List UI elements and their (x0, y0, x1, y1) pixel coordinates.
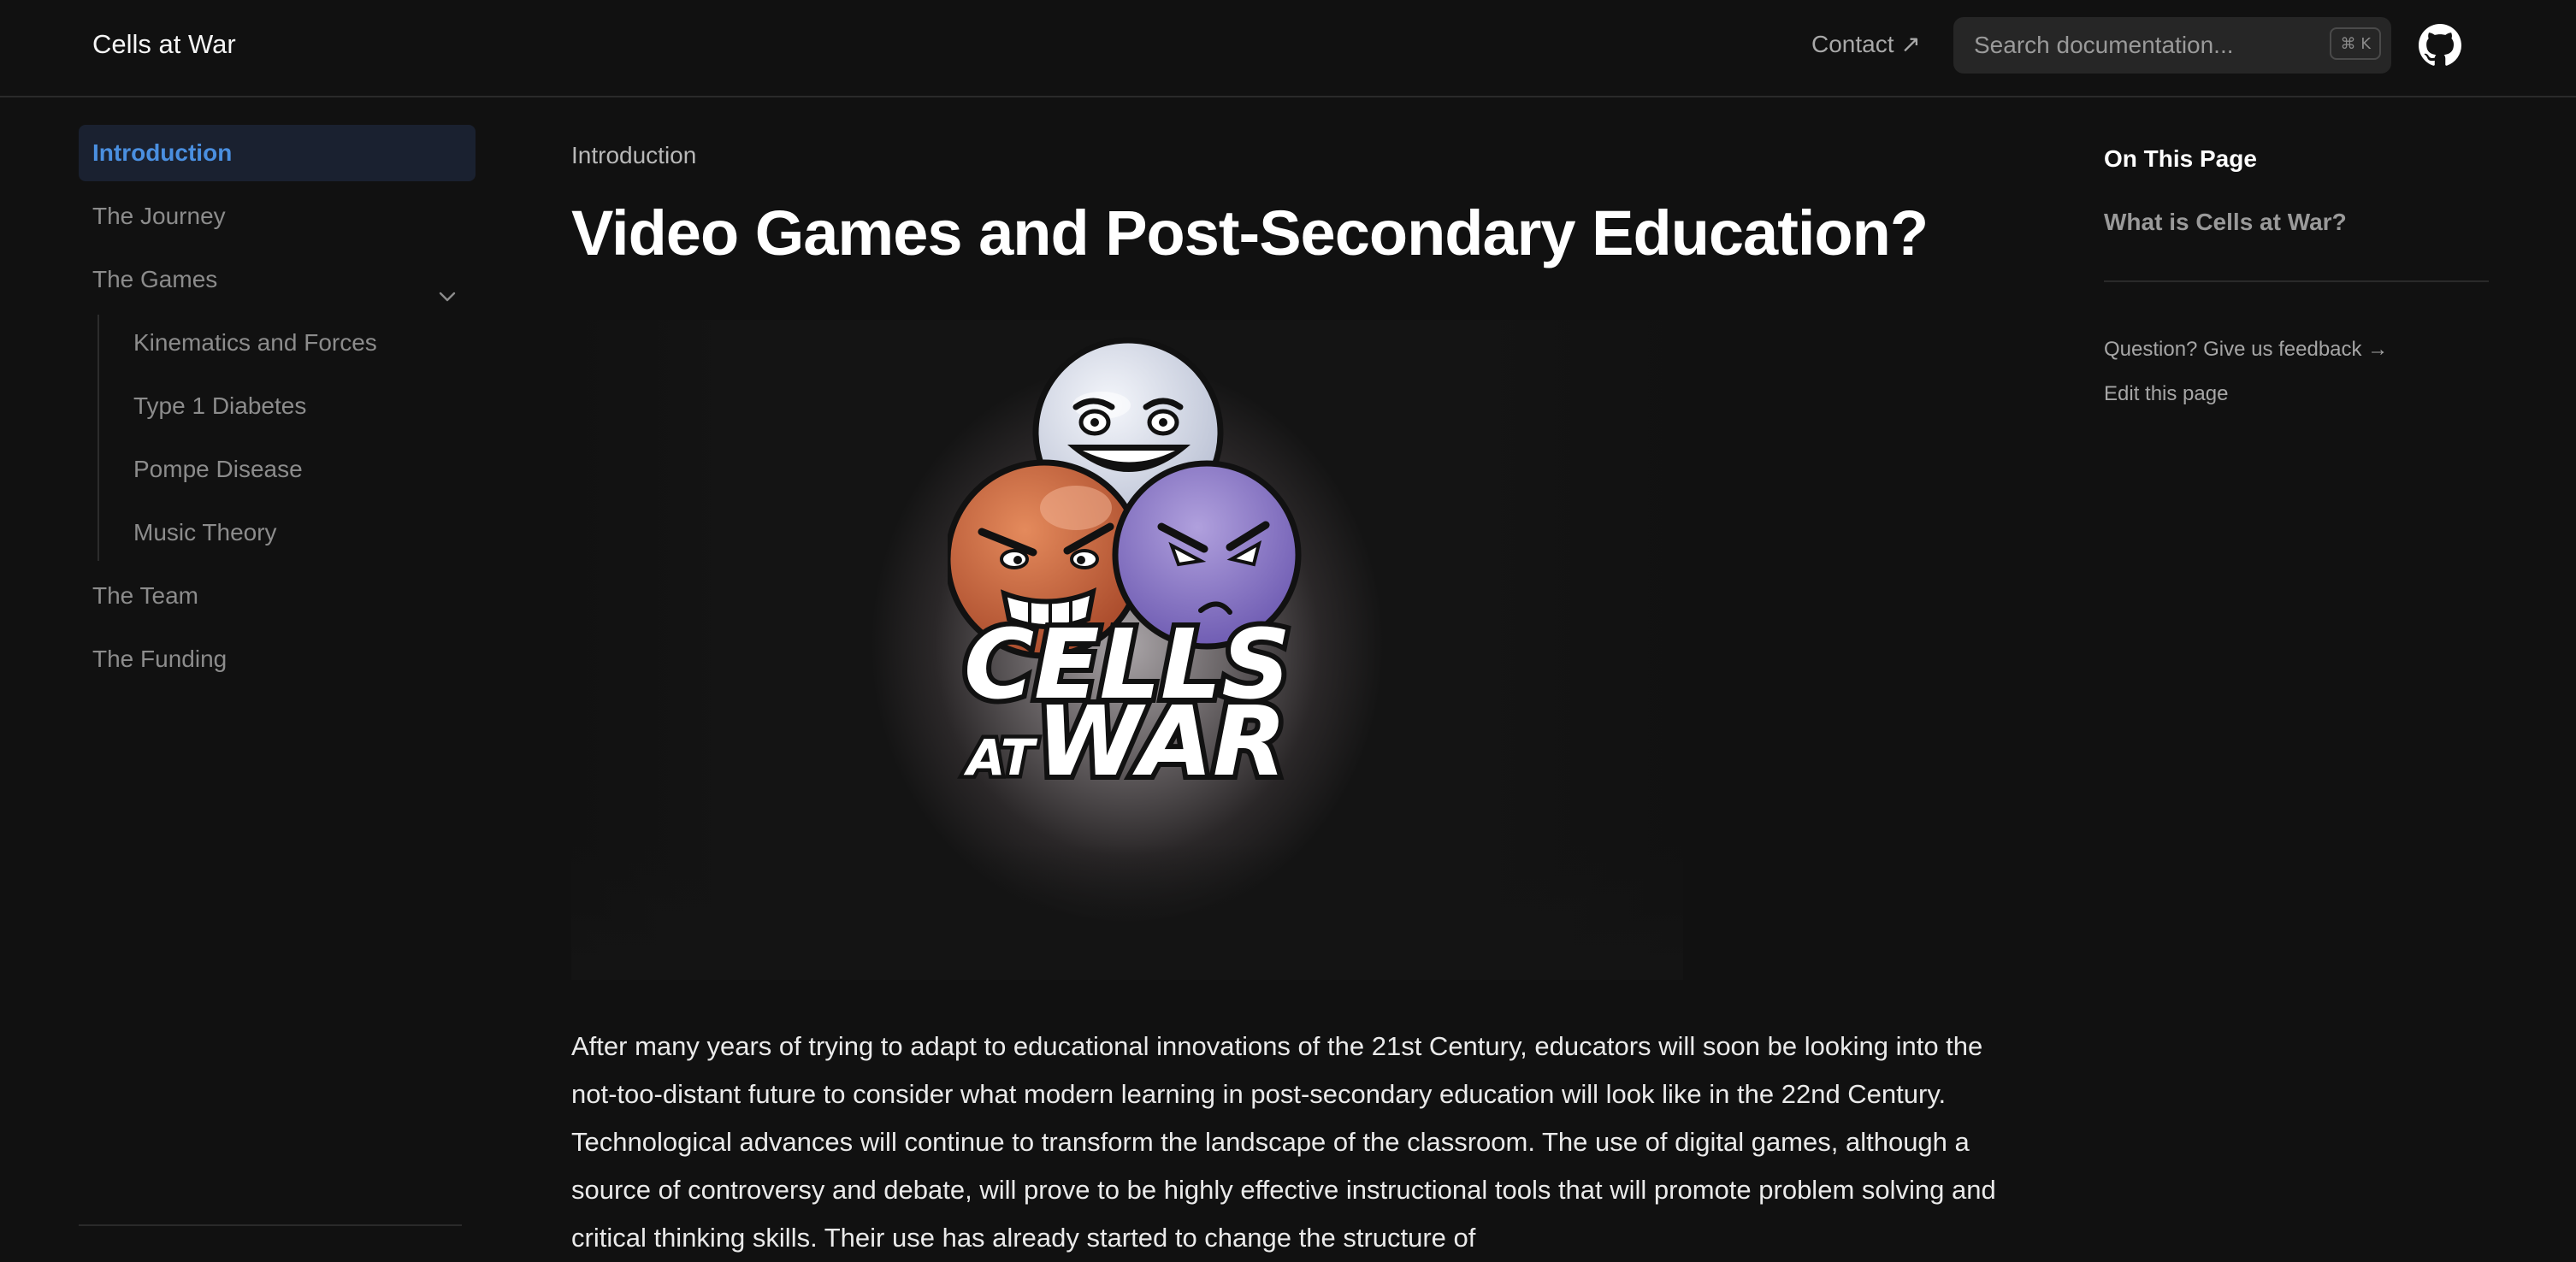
search-input[interactable]: Search documentation... ⌘ K (1953, 17, 2391, 74)
sidebar-item-label: The Games (92, 266, 218, 292)
sidebar-item-label: The Team (92, 582, 198, 609)
sidebar-subgroup-games: Kinematics and Forces Type 1 Diabetes Po… (97, 315, 476, 561)
sidebar-item-label: Music Theory (133, 519, 277, 545)
search-placeholder: Search documentation... (1974, 32, 2234, 58)
search-shortcut-badge: ⌘ K (2330, 27, 2381, 60)
breadcrumb: Introduction (571, 142, 697, 168)
contact-link[interactable]: Contact ↗ (1811, 27, 1921, 62)
intro-paragraph: After many years of trying to adapt to e… (571, 1031, 1996, 1253)
sidebar-item-the-team[interactable]: The Team (79, 568, 476, 624)
sidebar-item-type-1-diabetes[interactable]: Type 1 Diabetes (99, 378, 476, 434)
top-navbar: Cells at War Contact ↗ Search documentat… (0, 0, 2576, 97)
chevron-down-icon[interactable] (438, 270, 457, 302)
sidebar-item-the-funding[interactable]: The Funding (79, 631, 476, 687)
github-icon[interactable] (2419, 24, 2461, 67)
toc-link-what-is-cells-at-war[interactable]: What is Cells at War? (2104, 205, 2489, 239)
svg-text:WAR: WAR (1037, 687, 1286, 781)
sidebar-item-label: The Journey (92, 203, 226, 229)
toc-heading: On This Page (2104, 145, 2257, 172)
sidebar-item-introduction[interactable]: Introduction (79, 125, 476, 181)
sidebar-item-label: Introduction (92, 139, 233, 166)
sidebar-divider (79, 1224, 462, 1226)
toc-divider (2104, 280, 2489, 282)
sidebar-item-the-journey[interactable]: The Journey (79, 188, 476, 245)
sidebar-item-label: Pompe Disease (133, 456, 303, 482)
sidebar-item-label: Type 1 Diabetes (133, 392, 307, 419)
site-title-link[interactable]: Cells at War (92, 27, 236, 62)
sidebar: Introduction The Journey The Games Kinem… (79, 125, 476, 694)
svg-text:AT: AT (964, 728, 1038, 781)
sidebar-item-label: Kinematics and Forces (133, 329, 377, 356)
on-this-page: On This Page What is Cells at War? Quest… (2104, 142, 2489, 409)
edit-page-link[interactable]: Edit this page (2104, 380, 2489, 409)
sidebar-item-music-theory[interactable]: Music Theory (99, 504, 476, 561)
sidebar-item-label: The Funding (92, 646, 227, 672)
feedback-link[interactable]: Question? Give us feedback → (2104, 335, 2489, 364)
hero-fade-bottom (571, 843, 1683, 980)
sidebar-item-pompe-disease[interactable]: Pompe Disease (99, 441, 476, 498)
sidebar-item-kinematics-and-forces[interactable]: Kinematics and Forces (99, 315, 476, 371)
cells-at-war-logo: CELLS AT WAR (948, 337, 1302, 781)
sidebar-item-the-games[interactable]: The Games (79, 251, 476, 308)
hero-image: CELLS AT WAR (571, 320, 1683, 980)
page-title: Video Games and Post-Secondary Education… (571, 198, 1929, 268)
